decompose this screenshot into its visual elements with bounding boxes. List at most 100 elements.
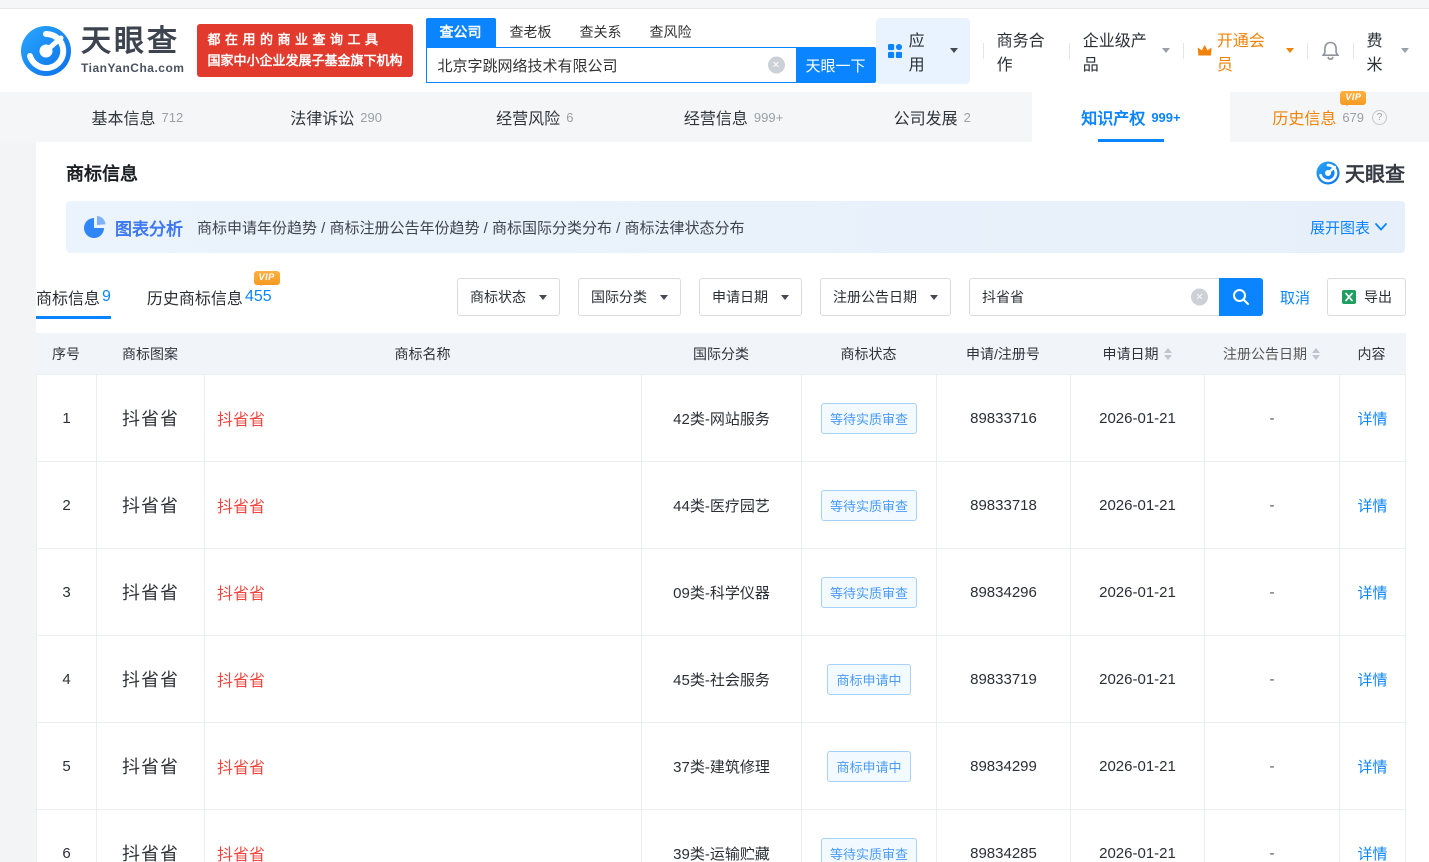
trademark-image-cell[interactable]: 抖省省 xyxy=(97,462,205,548)
company-tab[interactable]: 知识产权 999+ xyxy=(1032,92,1231,142)
trademark-image-cell[interactable]: 抖省省 xyxy=(97,549,205,635)
intl-class: 42类-网站服务 xyxy=(673,408,770,429)
table-row: 5 抖省省 抖省省 37类-建筑修理 商标申请中 89834299 2026-0… xyxy=(36,723,1406,810)
reg-no-cell: 89834299 xyxy=(937,723,1071,809)
trademark-name-cell[interactable]: 抖省省 xyxy=(205,462,642,548)
th-label: 内容 xyxy=(1358,344,1386,364)
company-search-input[interactable] xyxy=(426,47,796,83)
company-tab[interactable]: 经营信息 999+ xyxy=(634,92,833,142)
trademark-image-cell[interactable]: 抖省省 xyxy=(97,375,205,461)
trademark-image-cell[interactable]: 抖省省 xyxy=(97,723,205,809)
expand-charts-button[interactable]: 展开图表 xyxy=(1310,217,1387,238)
tm-image: 抖省省 xyxy=(122,579,179,605)
tab-label: 基本信息 xyxy=(92,111,156,128)
table-row: 3 抖省省 抖省省 09类-科学仪器 等待实质审查 89834296 2026-… xyxy=(36,549,1406,636)
user-menu[interactable]: 费米 xyxy=(1366,27,1409,75)
row-index-cell: 2 xyxy=(37,462,97,548)
filter-dropdown[interactable]: 商标状态 xyxy=(457,278,560,316)
announce-date: - xyxy=(1270,497,1275,514)
apps-grid-icon xyxy=(888,43,902,59)
divider xyxy=(1069,43,1070,59)
filter-dropdown[interactable]: 国际分类 xyxy=(578,278,681,316)
trademark-name-cell[interactable]: 抖省省 xyxy=(205,375,642,461)
company-tab[interactable]: 经营风险 6 xyxy=(435,92,634,142)
tm-image: 抖省省 xyxy=(122,753,179,779)
tm-name: 抖省省 xyxy=(217,580,265,604)
clear-icon[interactable]: × xyxy=(768,57,785,74)
table-search: × xyxy=(969,278,1263,316)
trademark-subtab[interactable]: 历史商标信息455 VIP xyxy=(147,275,272,319)
tab-label: 公司发展 xyxy=(894,111,958,128)
table-search-button[interactable] xyxy=(1219,278,1263,316)
company-tab[interactable]: 法律诉讼 290 xyxy=(237,92,436,142)
clear-icon[interactable]: × xyxy=(1191,289,1208,306)
export-button[interactable]: 导出 xyxy=(1327,278,1406,316)
chart-analysis-label[interactable]: 图表分析 xyxy=(115,215,183,240)
trademark-name-cell[interactable]: 抖省省 xyxy=(205,636,642,722)
trademark-name-cell[interactable]: 抖省省 xyxy=(205,549,642,635)
company-tab[interactable]: 历史信息 VIP 679 ? xyxy=(1230,92,1429,142)
sort-icon[interactable] xyxy=(1164,348,1172,360)
trademark-subtab[interactable]: 商标信息9 xyxy=(36,275,111,319)
chart-analysis-items[interactable]: 商标申请年份趋势 / 商标注册公告年份趋势 / 商标国际分类分布 / 商标法律状… xyxy=(197,217,745,238)
detail-link[interactable]: 详情 xyxy=(1357,756,1387,777)
help-icon[interactable]: ? xyxy=(1372,110,1387,125)
tab-label: 经营信息 xyxy=(684,111,748,128)
company-tab[interactable]: 公司发展 2 xyxy=(833,92,1032,142)
trademark-search-input[interactable] xyxy=(969,278,1219,316)
action-cell: 详情 xyxy=(1340,636,1405,722)
apps-label: 应用 xyxy=(909,27,937,75)
filter-label: 申请日期 xyxy=(712,287,768,307)
trademark-image-cell[interactable]: 抖省省 xyxy=(97,810,205,862)
intl-class: 09类-科学仪器 xyxy=(673,582,770,603)
apps-menu-button[interactable]: 应用 xyxy=(876,18,970,84)
column-header: 申请日期 xyxy=(1070,344,1204,364)
site-logo[interactable]: 天眼查 TianYanCha.com xyxy=(20,25,184,77)
magnifier-icon xyxy=(1232,288,1250,306)
tm-image: 抖省省 xyxy=(122,840,179,862)
nav-link-cooperation[interactable]: 商务合作 xyxy=(997,27,1056,75)
search-type-tab[interactable]: 查关系 xyxy=(566,18,636,47)
notifications-button[interactable] xyxy=(1321,41,1340,61)
tab-count: 6 xyxy=(566,110,573,125)
reg-no-cell: 89833716 xyxy=(937,375,1071,461)
column-header: 序号 xyxy=(36,344,96,364)
search-type-tab[interactable]: 查公司 xyxy=(426,18,496,47)
intl-class: 44类-医疗园艺 xyxy=(673,495,770,516)
search-type-tab[interactable]: 查老板 xyxy=(496,18,566,47)
header-search: 查公司查老板查关系查风险 × 天眼一下 xyxy=(426,18,876,83)
detail-link[interactable]: 详情 xyxy=(1357,408,1387,429)
status-cell: 商标申请中 xyxy=(802,636,937,722)
nav-link-enterprise[interactable]: 企业级产品 xyxy=(1083,27,1170,75)
header-nav: 应用 商务合作 企业级产品 开通会员 费米 xyxy=(876,18,1410,84)
detail-link[interactable]: 详情 xyxy=(1357,495,1387,516)
status-cell: 等待实质审查 xyxy=(802,810,937,862)
sort-icon[interactable] xyxy=(1312,348,1320,360)
filter-dropdown[interactable]: 申请日期 xyxy=(699,278,802,316)
row-no: 6 xyxy=(62,845,70,862)
section-title: 商标信息 xyxy=(66,160,138,186)
table-row: 4 抖省省 抖省省 45类-社会服务 商标申请中 89833719 2026-0… xyxy=(36,636,1406,723)
company-tab[interactable]: 基本信息 712 xyxy=(38,92,237,142)
tab-label: 经营风险 xyxy=(496,111,560,128)
tab-label: 法律诉讼 xyxy=(290,111,354,128)
th-label: 申请/注册号 xyxy=(966,344,1040,364)
search-submit-button[interactable]: 天眼一下 xyxy=(796,47,876,83)
intl-class-cell: 45类-社会服务 xyxy=(642,636,802,722)
detail-link[interactable]: 详情 xyxy=(1357,582,1387,603)
th-label: 商标图案 xyxy=(122,344,178,364)
status-cell: 等待实质审查 xyxy=(802,375,937,461)
trademark-name-cell[interactable]: 抖省省 xyxy=(205,810,642,862)
filter-dropdown[interactable]: 注册公告日期 xyxy=(820,278,951,316)
cancel-search-link[interactable]: 取消 xyxy=(1280,287,1310,308)
trademark-image-cell[interactable]: 抖省省 xyxy=(97,636,205,722)
search-type-tab[interactable]: 查风险 xyxy=(636,18,706,47)
announce-date: - xyxy=(1270,845,1275,862)
trademark-name-cell[interactable]: 抖省省 xyxy=(205,723,642,809)
row-index-cell: 6 xyxy=(37,810,97,862)
apply-date-cell: 2026-01-21 xyxy=(1071,549,1205,635)
detail-link[interactable]: 详情 xyxy=(1357,843,1387,862)
action-cell: 详情 xyxy=(1340,549,1405,635)
detail-link[interactable]: 详情 xyxy=(1357,669,1387,690)
open-vip-button[interactable]: 开通会员 xyxy=(1197,27,1294,75)
